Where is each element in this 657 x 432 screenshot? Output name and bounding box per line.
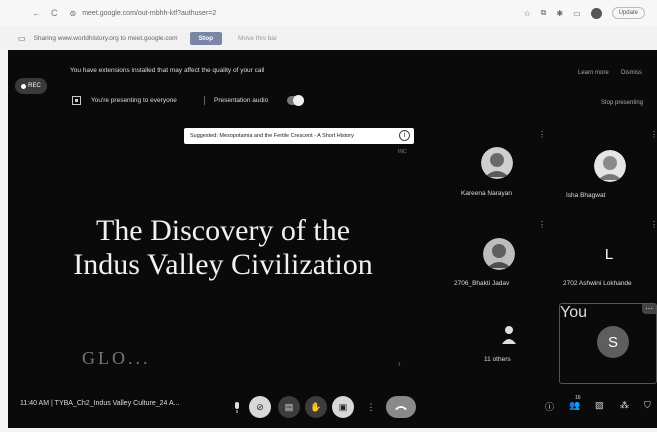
activities-icon: ⁂ [620, 400, 629, 410]
participant-name: Isha Bhagwat [566, 192, 606, 199]
host-controls-button[interactable]: ⛉ [644, 400, 651, 411]
meeting-time: 11:40 AM [20, 400, 50, 407]
participant-name: 2706_Bhakti Jadav [454, 280, 510, 287]
reload-icon[interactable]: C [51, 8, 58, 18]
slide-footer-text: GLO... [82, 348, 151, 368]
activities-button[interactable]: ⁂ [620, 400, 629, 411]
bookmark-icon[interactable]: ☆ [523, 9, 530, 18]
participant-photo [483, 238, 515, 270]
more-options-icon[interactable]: ⋮ [538, 130, 546, 139]
recording-indicator: REC [15, 78, 47, 94]
people-icon: 👥 [569, 400, 581, 410]
slide-title-line-2: Indus Valley Civilization [73, 248, 373, 281]
leave-call-button[interactable] [386, 396, 416, 418]
slide-title-line-1: The Discovery of the [95, 214, 351, 247]
present-button[interactable]: ▣ [332, 396, 354, 418]
presenting-status: You're presenting to everyone [91, 97, 177, 104]
screen-share-icon: ▭ [18, 33, 26, 43]
meeting-details: 11:40 AM | TYBA_Ch2_Indus Valley Culture… [20, 400, 179, 407]
stop-sharing-button[interactable]: Stop [189, 31, 223, 45]
extension-icon[interactable]: ⧉ [541, 8, 547, 18]
microphone-icon [235, 401, 239, 413]
hang-up-icon [395, 405, 407, 410]
participant-name: Kareena Narayan [461, 190, 512, 197]
raise-hand-button[interactable]: ✋ [305, 396, 327, 418]
suggestion-text: Suggested: Mesopotamia and the Fertile C… [190, 133, 354, 139]
slide-arrow-icon: › [398, 359, 401, 368]
browser-nav: ← C [32, 8, 58, 18]
presentation-audio-toggle[interactable] [287, 95, 304, 106]
info-icon: ⓘ [545, 402, 555, 412]
more-vert-icon: ⋮ [366, 401, 376, 412]
chat-icon: ▨ [595, 400, 604, 410]
participant-name: 2702 Ashwini Lokhande [563, 280, 632, 287]
profile-avatar[interactable] [590, 7, 602, 19]
meeting-controls-bar: 11:40 AM | TYBA_Ch2_Indus Valley Culture… [8, 386, 657, 428]
update-button[interactable]: Update [611, 7, 645, 19]
more-options-button[interactable]: ⋮ [360, 396, 382, 418]
person-icon [502, 326, 516, 344]
participant-photo [481, 147, 513, 179]
more-options-icon[interactable]: ⋮ [538, 220, 546, 229]
stop-presenting-button[interactable]: Stop presenting [601, 100, 643, 106]
browser-toolbar: ← C ⊜ meet.google.com/out-mbhh-ktf?authu… [0, 0, 657, 26]
share-status-text: Sharing www.worldhistory.org to meet.goo… [33, 34, 178, 42]
more-options-icon[interactable]: ⋯ [642, 304, 656, 314]
present-screen-icon [72, 96, 81, 105]
rec-label: REC [28, 83, 41, 89]
captions-button[interactable]: ▤ [278, 396, 300, 418]
learn-more-link[interactable]: Learn more [578, 70, 609, 76]
present-icon: ▣ [338, 401, 348, 412]
people-button[interactable]: 16 👥 [569, 395, 581, 411]
meet-window: REC You have extensions installed that m… [8, 50, 657, 428]
extension-warning: You have extensions installed that may a… [70, 67, 265, 74]
dismiss-button[interactable]: Dismiss [621, 70, 642, 76]
self-name: You [560, 304, 587, 321]
chat-button[interactable]: ▨ [595, 400, 604, 411]
details-separator: | [51, 400, 53, 407]
shield-icon: ⛉ [644, 400, 651, 410]
slide-title: The Discovery of the Indus Valley Civili… [48, 214, 398, 282]
self-view-tile[interactable]: ⋯ S You [559, 303, 657, 384]
suggestion-source: INC [398, 149, 407, 155]
camera-button[interactable]: ⊘ [249, 396, 271, 418]
record-dot-icon [21, 83, 27, 89]
participant-avatar: L [593, 238, 625, 270]
puzzle-icon[interactable]: ✱ [556, 9, 563, 18]
browser-actions: ☆ ⧉ ✱ ▭ Update [523, 7, 657, 19]
address-bar[interactable]: meet.google.com/out-mbhh-ktf?authuser=2 [82, 10, 216, 17]
lock-icon[interactable]: ⊜ [70, 9, 77, 18]
people-count-badge: 16 [575, 395, 581, 401]
sidebar-icon[interactable]: ▭ [573, 9, 581, 18]
screen-share-bar: ▭ Sharing www.worldhistory.org to meet.g… [0, 26, 657, 50]
meeting-info-button[interactable]: ⓘ [545, 400, 554, 413]
more-options-icon[interactable]: ⋮ [650, 220, 657, 229]
meeting-name: TYBA_Ch2_Indus Valley Culture_24 A... [54, 400, 180, 407]
info-icon[interactable]: i [399, 130, 410, 141]
move-bar-button[interactable]: Move this bar [238, 35, 277, 42]
camera-off-icon: ⊘ [256, 401, 264, 412]
presentation-audio-label: Presentation audio [214, 97, 269, 104]
hand-icon: ✋ [310, 401, 322, 412]
suggestion-banner[interactable]: Suggested: Mesopotamia and the Fertile C… [184, 128, 414, 144]
back-icon[interactable]: ← [32, 8, 41, 18]
participant-photo [594, 150, 626, 182]
more-options-icon[interactable]: ⋮ [650, 130, 657, 139]
others-count: 11 others [484, 356, 511, 363]
captions-icon: ▤ [284, 401, 294, 412]
microphone-button[interactable] [226, 396, 248, 418]
divider [204, 96, 205, 105]
self-avatar: S [597, 326, 629, 358]
